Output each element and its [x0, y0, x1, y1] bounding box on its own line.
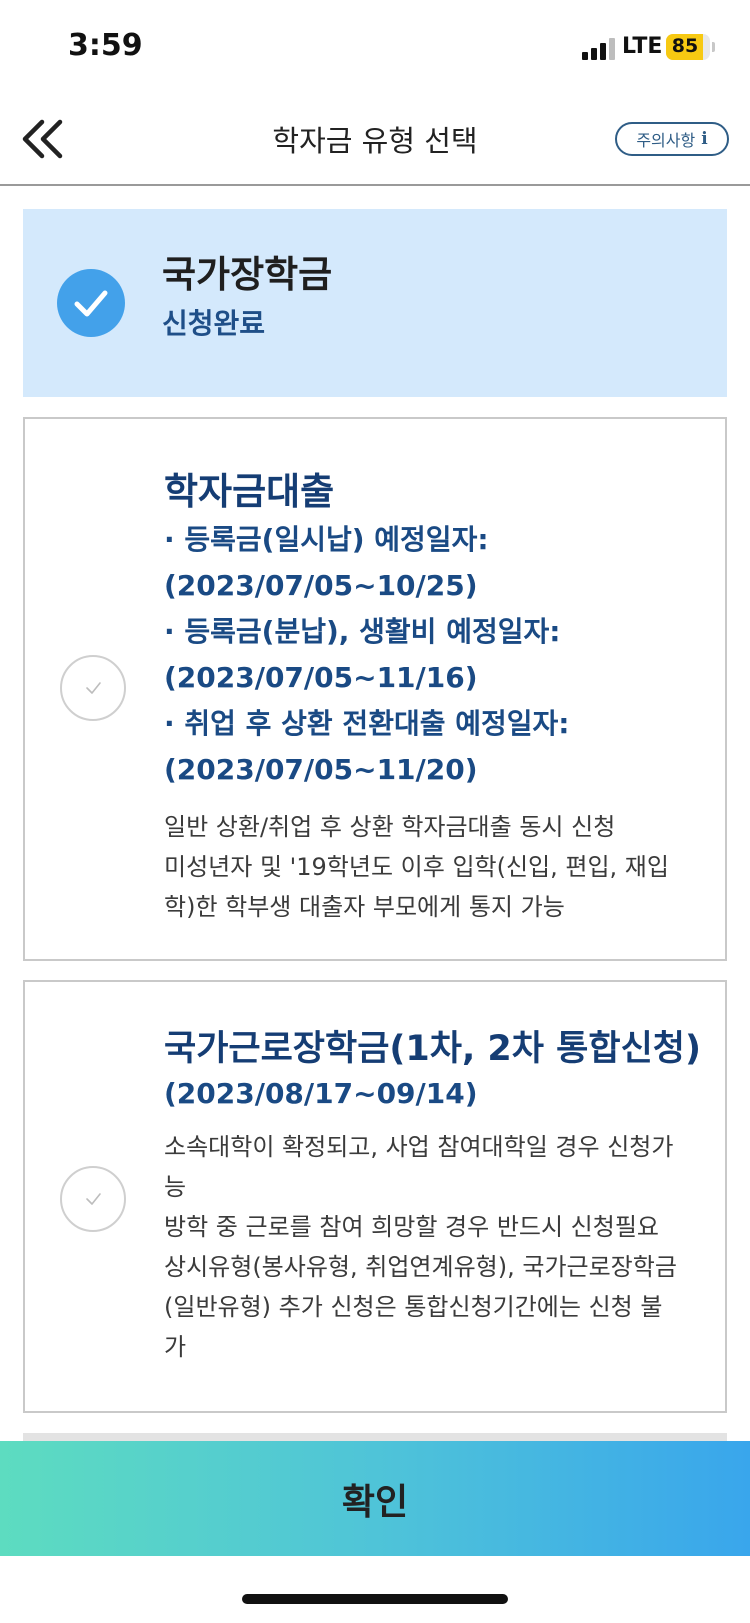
header: 학자금 유형 선택 주의사항 i: [0, 100, 750, 186]
card-title: 국가장학금: [162, 253, 333, 296]
notice-button[interactable]: 주의사항 i: [615, 122, 729, 156]
status-bar: 3:59 LTE 85: [0, 0, 750, 96]
notice-label: 주의사항: [636, 131, 696, 150]
period-line: (2023/07/05~11/16): [164, 661, 478, 694]
next-card-edge: [23, 1433, 727, 1441]
period-line: · 등록금(일시납) 예정일자:: [164, 523, 489, 556]
unchecked-circle-icon: [60, 655, 126, 721]
signal-icon: [582, 36, 616, 60]
period-line: · 등록금(분납), 생활비 예정일자:: [164, 615, 561, 648]
double-chevron-left-icon: [22, 119, 63, 159]
unchecked-circle-icon: [60, 1166, 126, 1232]
status-time: 3:59: [68, 28, 143, 63]
back-button[interactable]: [20, 114, 70, 164]
card-status: 신청완료: [162, 307, 266, 340]
description-line: 상시유형(봉사유형, 취업연계유형), 국가근로장학금: [164, 1253, 677, 1281]
description-line: 능: [164, 1173, 187, 1201]
card-content: 국가근로장학금(1차, 2차 통합신청) (2023/08/17~09/14) …: [164, 1020, 717, 1367]
card-content: 학자금대출 · 등록금(일시납) 예정일자: (2023/07/05~10/25…: [164, 461, 707, 927]
description-line: (일반유형) 추가 신청은 통합신청기간에는 신청 불: [164, 1293, 663, 1321]
info-icon: i: [701, 129, 708, 149]
home-indicator: [242, 1594, 508, 1604]
network-label: LTE: [622, 34, 663, 59]
checkmark-icon: [57, 269, 125, 337]
period-line: (2023/08/17~09/14): [164, 1077, 478, 1110]
description-line: 일반 상환/취업 후 상환 학자금대출 동시 신청: [164, 813, 616, 841]
card-title: 학자금대출: [164, 470, 335, 513]
card-student-loan[interactable]: 학자금대출 · 등록금(일시납) 예정일자: (2023/07/05~10/25…: [23, 417, 727, 961]
card-content: 국가장학금 신청완료: [162, 244, 709, 342]
description-line: 학)한 학부생 대출자 부모에게 통지 가능: [164, 893, 565, 921]
period-line: (2023/07/05~10/25): [164, 569, 478, 602]
card-title: 국가근로장학금(1차, 2차 통합신청): [164, 1029, 701, 1069]
battery-percent: 85: [671, 35, 699, 57]
card-national-scholarship[interactable]: 국가장학금 신청완료: [23, 209, 727, 397]
period-line: · 취업 후 상환 전환대출 예정일자:: [164, 707, 570, 740]
battery-icon: 85: [666, 34, 710, 60]
confirm-button[interactable]: 확인: [0, 1441, 750, 1556]
confirm-label: 확인: [341, 1481, 409, 1523]
description-line: 방학 중 근로를 참여 희망할 경우 반드시 신청필요: [164, 1213, 660, 1241]
card-work-scholarship[interactable]: 국가근로장학금(1차, 2차 통합신청) (2023/08/17~09/14) …: [23, 980, 727, 1413]
battery-cap: [712, 42, 715, 52]
period-line: (2023/07/05~11/20): [164, 753, 478, 786]
description-line: 미성년자 및 '19학년도 이후 입학(신입, 편입, 재입: [164, 853, 669, 881]
description-line: 소속대학이 확정되고, 사업 참여대학일 경우 신청가: [164, 1133, 674, 1161]
description-line: 가: [164, 1333, 187, 1361]
